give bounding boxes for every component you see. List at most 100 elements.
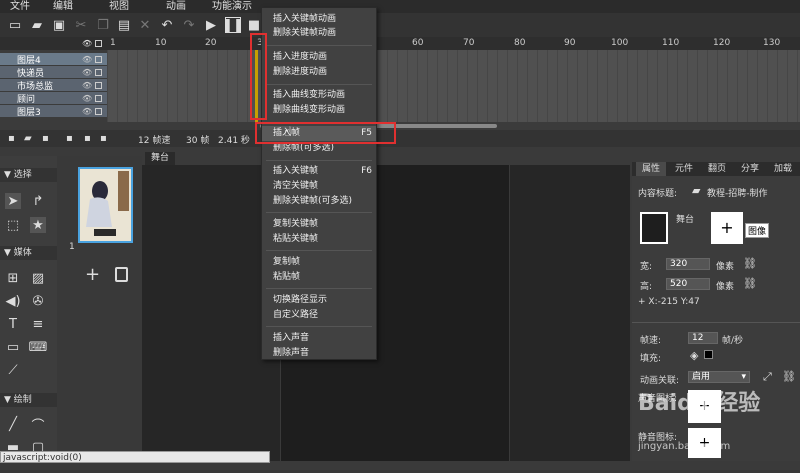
menu-item-paste-frame[interactable]: 粘贴帧	[262, 270, 376, 285]
menu-item-custom-path[interactable]: 自定义路径	[262, 308, 376, 323]
frame-tool-icon[interactable]: ▪	[100, 133, 107, 144]
tab-components[interactable]: 元件	[669, 162, 699, 176]
menu-item-insert-keyframe-animation[interactable]: 插入关键帧动画	[262, 12, 376, 27]
line-icon[interactable]: ╱	[5, 416, 21, 432]
video-icon[interactable]: ✇	[30, 293, 46, 309]
width-input[interactable]: 320	[666, 258, 710, 270]
menu-view[interactable]: 视图	[109, 0, 129, 13]
play-icon[interactable]: ▶	[203, 17, 219, 33]
lock-icon[interactable]	[95, 68, 102, 76]
eye-icon[interactable]: 👁	[82, 55, 92, 64]
menu-item-clear-keyframe[interactable]: 清空关键帧	[262, 179, 376, 194]
add-layer-icon[interactable]: ▪	[8, 133, 15, 144]
curve-icon[interactable]: ⌒	[30, 416, 46, 434]
image-button[interactable]: 图像	[745, 223, 770, 238]
sound-icon[interactable]: ◀)	[5, 293, 21, 309]
duplicate-page-icon[interactable]	[115, 267, 128, 282]
menu-item-insert-keyframe[interactable]: 插入关键帧 F6	[262, 164, 376, 179]
redo-icon[interactable]: ↷	[181, 17, 197, 33]
menu-item-delete-keyframe[interactable]: 删除关键帧(可多选)	[262, 194, 376, 209]
lock-icon[interactable]	[95, 107, 102, 115]
star-icon[interactable]: ★	[30, 217, 46, 233]
frame-tool-icon[interactable]: ▪	[66, 133, 73, 144]
text-icon[interactable]: T	[5, 316, 21, 332]
menu-item-delete-curve-animation[interactable]: 删除曲线变形动画	[262, 103, 376, 118]
magic-icon[interactable]: ⤢	[763, 370, 772, 384]
undo-icon[interactable]: ↶	[159, 17, 175, 33]
pause-icon[interactable]: ❚❚	[222, 17, 244, 33]
layer-row[interactable]: 市场总监 👁	[0, 79, 107, 92]
eye-icon[interactable]: 👁	[82, 68, 92, 77]
html-icon[interactable]: ⌨	[29, 339, 48, 355]
menu-animation[interactable]: 动画	[166, 0, 186, 13]
height-input[interactable]: 520	[666, 278, 710, 290]
subselect-icon[interactable]: ↱	[30, 193, 46, 209]
frame-grid[interactable]	[107, 50, 800, 122]
tools-section-select[interactable]: ▼ 选择	[0, 168, 57, 182]
eye-icon[interactable]: 👁	[82, 94, 92, 103]
stop-icon[interactable]: ■	[246, 17, 262, 33]
frame-ruler[interactable]: 1 10 20 30 60 70 80 90 100 110 120 130	[107, 37, 800, 50]
chart-icon[interactable]: ⟋	[5, 362, 21, 378]
link-icon[interactable]: ⛓	[743, 277, 757, 290]
cut-icon[interactable]: ✂	[73, 17, 89, 33]
paint-bucket-icon[interactable]: ◈	[690, 349, 698, 362]
link-icon[interactable]: ⛓	[782, 370, 796, 383]
tab-share[interactable]: 分享	[735, 162, 765, 176]
tools-section-draw[interactable]: ▼ 绘制	[0, 393, 57, 407]
presentation-icon[interactable]: ▭	[5, 339, 21, 355]
eye-icon[interactable]: 👁	[82, 107, 92, 116]
add-folder-icon[interactable]: ▰	[24, 133, 32, 144]
menu-item-copy-frame[interactable]: 复制帧	[262, 255, 376, 270]
lock-icon[interactable]	[95, 94, 102, 102]
menu-demo[interactable]: 功能演示	[212, 0, 252, 13]
menu-item-insert-curve-animation[interactable]: 插入曲线变形动画	[262, 88, 376, 103]
delete-layer-icon[interactable]: ▪	[42, 133, 49, 144]
paste-icon[interactable]: ▤	[116, 17, 132, 33]
add-image-button[interactable]: +	[711, 212, 743, 244]
fps-input[interactable]: 12	[688, 332, 718, 344]
paragraph-icon[interactable]: ≡	[30, 316, 46, 332]
tab-properties[interactable]: 属性	[636, 162, 666, 176]
menu-edit[interactable]: 编辑	[53, 0, 73, 13]
menu-item-delete-progress-animation[interactable]: 删除进度动画	[262, 65, 376, 80]
frame-tool-icon[interactable]: ▪	[84, 133, 91, 144]
tab-load[interactable]: 加载	[768, 162, 798, 176]
page-thumbnail[interactable]	[78, 167, 133, 243]
save-icon[interactable]: ▣	[51, 17, 67, 33]
stage-tab[interactable]: 舞台	[145, 152, 175, 165]
content-title-value[interactable]: 教程-招聘-制作	[707, 186, 768, 199]
tab-pageflip[interactable]: 翻页	[702, 162, 732, 176]
delete-icon[interactable]: ✕	[137, 17, 153, 33]
copy-icon[interactable]: ❐	[95, 17, 111, 33]
visibility-icon[interactable]: 👁	[82, 39, 92, 48]
layer-row[interactable]: 图层4 👁	[0, 53, 107, 66]
layer-row[interactable]: 图层3 👁	[0, 105, 107, 118]
tools-section-media[interactable]: ▼ 媒体	[0, 246, 57, 260]
menu-item-insert-sound[interactable]: 插入声音	[262, 331, 376, 346]
lock-icon[interactable]	[95, 40, 102, 47]
menu-item-paste-keyframe[interactable]: 粘贴关键帧	[262, 232, 376, 247]
timeline-header: 👁	[0, 37, 107, 50]
grid-icon[interactable]: ⊞	[5, 270, 21, 286]
animation-link-select[interactable]: 启用 ▾	[688, 371, 750, 383]
layer-row[interactable]: 快递员 👁	[0, 66, 107, 79]
menu-item-delete-keyframe-animation[interactable]: 删除关键帧动画	[262, 26, 376, 41]
new-file-icon[interactable]: ▭	[7, 17, 23, 33]
lock-icon[interactable]	[95, 55, 102, 63]
lock-icon[interactable]	[95, 81, 102, 89]
add-page-icon[interactable]: +	[85, 264, 100, 285]
fill-color-swatch[interactable]	[704, 350, 713, 359]
menu-item-copy-keyframe[interactable]: 复制关键帧	[262, 217, 376, 232]
image-icon[interactable]: ▨	[30, 270, 46, 286]
pointer-icon[interactable]: ➤	[5, 193, 21, 209]
menu-item-delete-sound[interactable]: 删除声音	[262, 346, 376, 361]
menu-file[interactable]: 文件	[10, 0, 30, 13]
eye-icon[interactable]: 👁	[82, 81, 92, 90]
menu-item-insert-progress-animation[interactable]: 插入进度动画	[262, 50, 376, 65]
layer-row[interactable]: 顾问 👁	[0, 92, 107, 105]
open-folder-icon[interactable]: ▰	[29, 17, 45, 33]
link-icon[interactable]: ⛓	[743, 257, 757, 270]
menu-item-toggle-path[interactable]: 切换路径显示	[262, 293, 376, 308]
transform-icon[interactable]: ⬚	[5, 217, 21, 233]
